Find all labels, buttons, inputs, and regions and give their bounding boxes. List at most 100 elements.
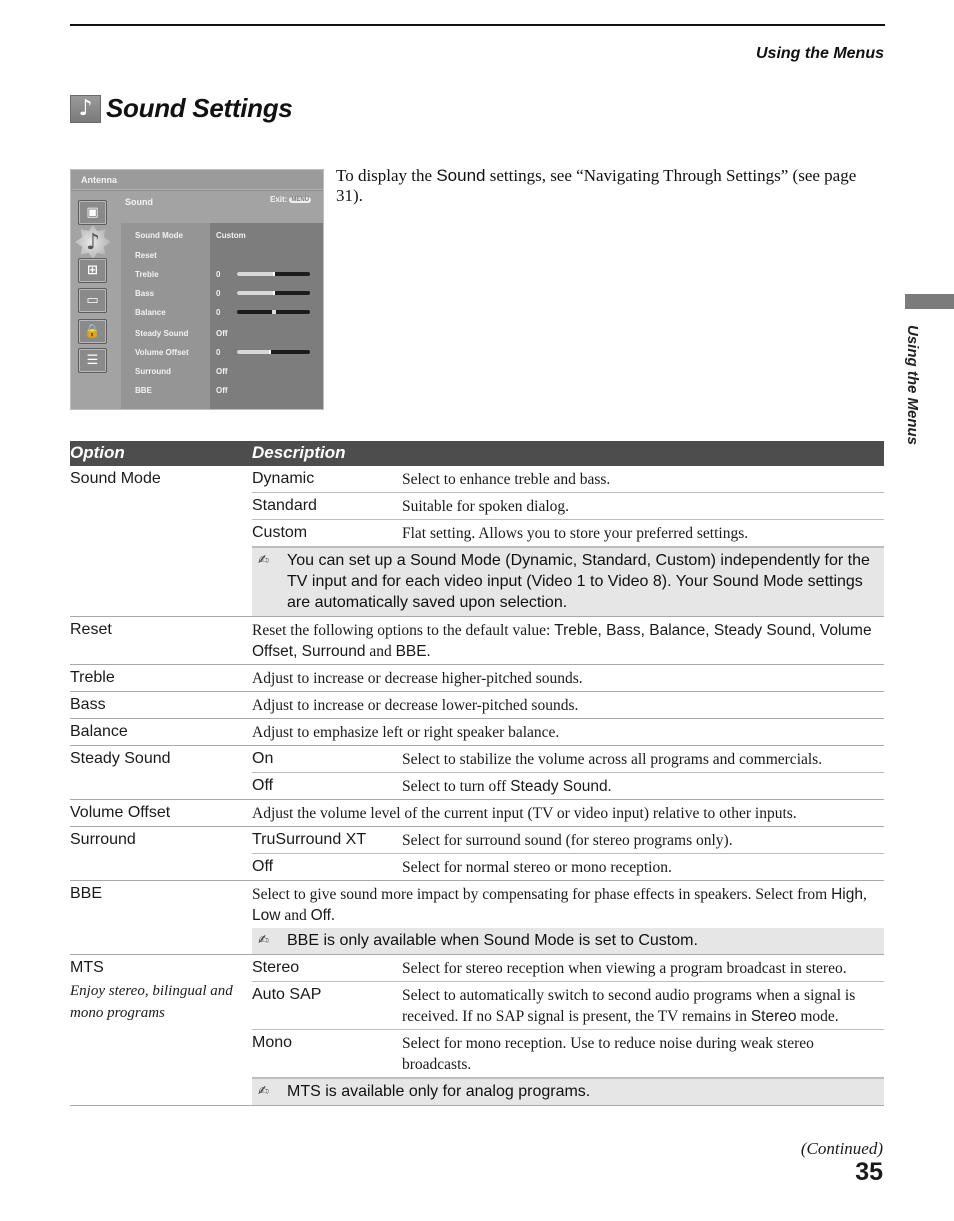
- option-description: Adjust to emphasize left or right speake…: [252, 719, 884, 745]
- table-row: MTS Enjoy stereo, bilingual and mono prog…: [70, 955, 884, 1106]
- sub-option-name: TruSurround XT: [252, 831, 367, 848]
- option-label: Volume Offset: [70, 804, 171, 821]
- menu-slider: [237, 291, 310, 295]
- balance-thumb: [271, 310, 276, 314]
- sub-option-text: Select for stereo reception when viewing…: [402, 960, 847, 977]
- sub-option-row: Standard Suitable for spoken dialog.: [252, 493, 884, 520]
- table-row: Bass Adjust to increase or decrease lower…: [70, 692, 884, 719]
- sub-option-name: On: [252, 750, 274, 767]
- text-run: .: [426, 643, 431, 660]
- option-description: Adjust the volume level of the current i…: [252, 800, 884, 826]
- description-text: Reset the following options to the defau…: [252, 617, 884, 664]
- slider-thumb: [268, 350, 271, 354]
- slider-fill: [237, 291, 274, 295]
- sub-option-name: Mono: [252, 1034, 293, 1051]
- input-source-label: Antenna: [71, 170, 323, 190]
- picture-icon: ▣: [78, 200, 107, 225]
- option-label: Bass: [70, 696, 106, 713]
- menu-item-value: Custom: [216, 231, 246, 240]
- description-text: Select to give sound more impact by comp…: [252, 881, 884, 928]
- option-name: Volume Offset: [70, 800, 252, 826]
- page-title: Sound Settings: [106, 93, 293, 123]
- note-pencil-icon: ✍: [258, 553, 269, 568]
- option-description: Adjust to increase or decrease lower-pit…: [252, 692, 884, 718]
- note-text: BBE is only available when Sound Mode is…: [287, 932, 698, 949]
- menu-item-label: Balance: [135, 308, 166, 317]
- sub-option-text: Select for surround sound (for stereo pr…: [402, 832, 733, 849]
- note-text: You can set up a Sound Mode (Dynamic, St…: [287, 552, 870, 611]
- table-row: BBE Select to give sound more impact by c…: [70, 881, 884, 955]
- option-description: Stereo Select for stereo reception when v…: [252, 955, 884, 1105]
- sub-option-name: Dynamic: [252, 470, 315, 487]
- note-box: ✍ BBE is only available when Sound Mode i…: [252, 928, 884, 954]
- sub-option-row: Off Select for normal stereo or mono rece…: [252, 854, 884, 880]
- menu-item-label: Treble: [135, 270, 159, 279]
- ui-term: Steady Sound: [510, 778, 608, 795]
- option-name: Bass: [70, 692, 252, 718]
- header-option: Option: [70, 443, 125, 462]
- menu-row: Steady Sound Off: [71, 329, 323, 347]
- option-description: TruSurround XT Select for surround sound …: [252, 827, 884, 880]
- page-number: 35: [855, 1158, 883, 1186]
- continued-label: (Continued): [800, 1139, 883, 1158]
- option-description: Reset the following options to the defau…: [252, 617, 884, 664]
- menu-item-value: 0: [216, 289, 221, 298]
- option-label: MTS: [70, 959, 104, 976]
- option-label: BBE: [70, 885, 103, 902]
- menu-key-icon: MENU: [289, 196, 311, 203]
- option-name: Reset: [70, 617, 252, 664]
- options-table: Option Description Sound Mode Dynamic Sele…: [70, 441, 884, 1106]
- sub-option-name: Off: [252, 777, 274, 794]
- exit-hint: Exit: MENU: [270, 195, 311, 204]
- menu-item-value: Off: [216, 386, 228, 395]
- table-header: Option Description: [70, 441, 884, 466]
- sub-option-name: Auto SAP: [252, 986, 322, 1003]
- side-tab-label: Using the Menus: [904, 325, 921, 446]
- sub-option-row: Custom Flat setting. Allows you to store …: [252, 520, 884, 547]
- option-description: Adjust to increase or decrease higher-pi…: [252, 665, 884, 691]
- sub-option-name: Custom: [252, 524, 308, 541]
- table-row: Surround TruSurround XT Select for surroun…: [70, 827, 884, 881]
- slider-thumb: [272, 272, 275, 276]
- note-pencil-icon: ✍: [258, 933, 269, 948]
- option-name: BBE: [70, 881, 252, 954]
- sub-option-row: TruSurround XT Select for surround sound …: [252, 827, 884, 854]
- text-run: Reset the following options to the defau…: [252, 622, 555, 639]
- option-name: Steady Sound: [70, 746, 252, 799]
- option-name: Treble: [70, 665, 252, 691]
- ui-term: Low: [252, 907, 281, 924]
- menu-item-label: Reset: [135, 251, 157, 260]
- text-run: Select to give sound more impact by comp…: [252, 886, 832, 903]
- ui-term: High: [831, 886, 863, 903]
- note-box: ✍ MTS is available only for analog progra…: [252, 1078, 884, 1105]
- menu-item-value: Off: [216, 367, 228, 376]
- sub-option-row: Off Select to turn off Steady Sound.: [252, 773, 884, 799]
- menu-item-label: Steady Sound: [135, 329, 189, 338]
- sub-option-row: On Select to stabilize the volume across …: [252, 746, 884, 773]
- table-row: Sound Mode Dynamic Select to enhance trebl…: [70, 466, 884, 617]
- note-box: ✍ You can set up a Sound Mode (Dynamic, S…: [252, 547, 884, 616]
- exit-label: Exit:: [269, 195, 288, 204]
- slider-fill: [237, 272, 274, 276]
- table-row: Balance Adjust to emphasize left or right…: [70, 719, 884, 746]
- intro-paragraph: To display the Sound settings, see “Navi…: [336, 166, 876, 206]
- menu-item-label: Surround: [135, 367, 171, 376]
- section-title: ♪ Sound Settings: [70, 93, 293, 124]
- menu-item-label: Sound Mode: [135, 231, 183, 240]
- menu-title: Sound: [125, 197, 153, 207]
- table-row: Steady Sound On Select to stabilize the vo…: [70, 746, 884, 800]
- ui-term: BBE: [395, 643, 427, 660]
- option-name: Balance: [70, 719, 252, 745]
- text-run: ,: [862, 886, 867, 903]
- running-head: Using the Menus: [755, 45, 884, 62]
- option-label: Sound Mode: [70, 470, 161, 487]
- description-text: Adjust to increase or decrease higher-pi…: [252, 670, 583, 687]
- sub-option-text: Select to automatically switch to second…: [402, 982, 884, 1029]
- text-run: .: [330, 907, 335, 924]
- menu-item-value: 0: [216, 308, 221, 317]
- menu-slider: [237, 272, 310, 276]
- option-label: Treble: [70, 669, 115, 686]
- sub-option-name: Off: [252, 858, 274, 875]
- option-description: Dynamic Select to enhance treble and bass…: [252, 466, 884, 616]
- top-rule: [70, 24, 885, 26]
